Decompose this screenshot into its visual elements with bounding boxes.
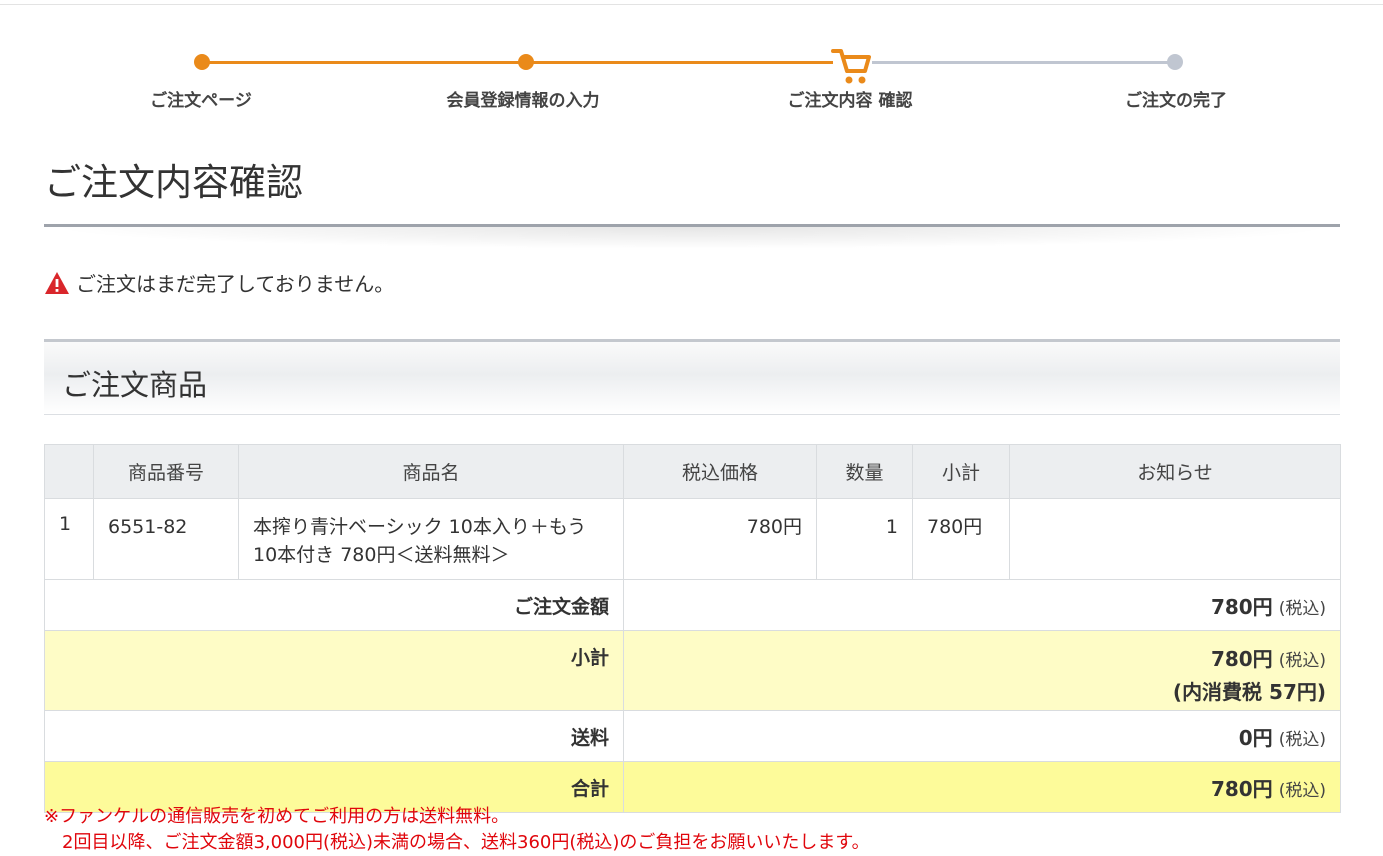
shipping-value: 0円 (税込) [623,710,1341,762]
tax-suffix: (税込) [1278,729,1326,750]
tax-suffix: (税込) [1278,598,1326,619]
product-qty: 1 [816,498,913,580]
order-amount-value: 780円 (税込) [623,579,1341,631]
product-price: 780円 [623,498,817,580]
col-header-subtotal: 小計 [912,444,1010,499]
col-header-index [44,444,94,499]
step-label-confirm: ご注文内容 確認 [787,91,913,111]
order-items-table: 商品番号 商品名 税込価格 数量 小計 お知らせ 1 6551-82 本搾り青汁… [44,444,1341,813]
row-index: 1 [44,498,94,580]
note-first-time: ※ファンケルの通信販売を初めてご利用の方は送料無料。 [44,806,510,827]
shipping-label: 送料 [44,710,624,762]
step-dot-order-page [194,54,210,70]
warning-icon [45,271,69,294]
subtotal-amount: 780円 [1210,647,1273,671]
table-header-row: 商品番号 商品名 税込価格 数量 小計 お知らせ [44,444,1341,499]
incomplete-warning: ご注文はまだ完了しておりません。 [44,268,394,297]
order-amount-label: ご注文金額 [44,579,624,631]
col-header-qty: 数量 [816,444,913,499]
shipping-amount: 0円 [1238,725,1273,750]
col-header-notice: お知らせ [1009,444,1341,499]
step-label-complete: ご注文の完了 [1125,91,1227,111]
tax-suffix: (税込) [1278,780,1326,801]
subtotal-value: 780円 (税込) (内消費税 57円) [623,630,1341,711]
step-dot-member-info [518,54,534,70]
progress-track-pending [872,61,1175,64]
col-header-price: 税込価格 [623,444,817,499]
cart-icon [831,49,871,84]
step-label-order-page: ご注文ページ [150,91,252,111]
subtotal-label: 小計 [44,630,624,711]
product-subtotal: 780円 [912,498,1010,580]
order-amount-row: ご注文金額 780円 (税込) [44,579,1341,631]
title-shadow [44,227,1340,249]
section-title: ご注文商品 [62,368,208,402]
page-title: ご注文内容確認 [44,161,303,204]
order-progress-steps: ご注文ページ 会員登録情報の入力 ご注文内容 確認 ご注文の完了 [0,0,1383,120]
product-code: 6551-82 [93,498,239,580]
product-name: 本搾り青汁ベーシック 10本入り＋もう10本付き 780円＜送料無料＞ [238,498,624,580]
consumption-tax: (内消費税 57円) [1172,680,1326,704]
order-amount: 780円 [1210,594,1273,619]
total-amount: 780円 [1210,776,1273,801]
product-notice [1009,498,1341,580]
step-dot-complete [1167,54,1183,70]
section-header-order-items: ご注文商品 [44,339,1340,415]
shipping-row: 送料 0円 (税込) [44,710,1341,762]
col-header-code: 商品番号 [93,444,239,499]
note-second-time: 2回目以降、ご注文金額3,000円(税込)未満の場合、送料360円(税込)のご負… [62,832,870,853]
col-header-name: 商品名 [238,444,624,499]
tax-suffix: (税込) [1278,651,1326,671]
subtotal-row: 小計 780円 (税込) (内消費税 57円) [44,630,1341,711]
warning-text: ご注文はまだ完了しておりません。 [76,272,395,296]
step-label-member-info: 会員登録情報の入力 [446,91,600,111]
shipping-notes: ※ファンケルの通信販売を初めてご利用の方は送料無料。 2回目以降、ご注文金額3,… [44,804,870,856]
table-row: 1 6551-82 本搾り青汁ベーシック 10本入り＋もう10本付き 780円＜… [44,498,1341,580]
